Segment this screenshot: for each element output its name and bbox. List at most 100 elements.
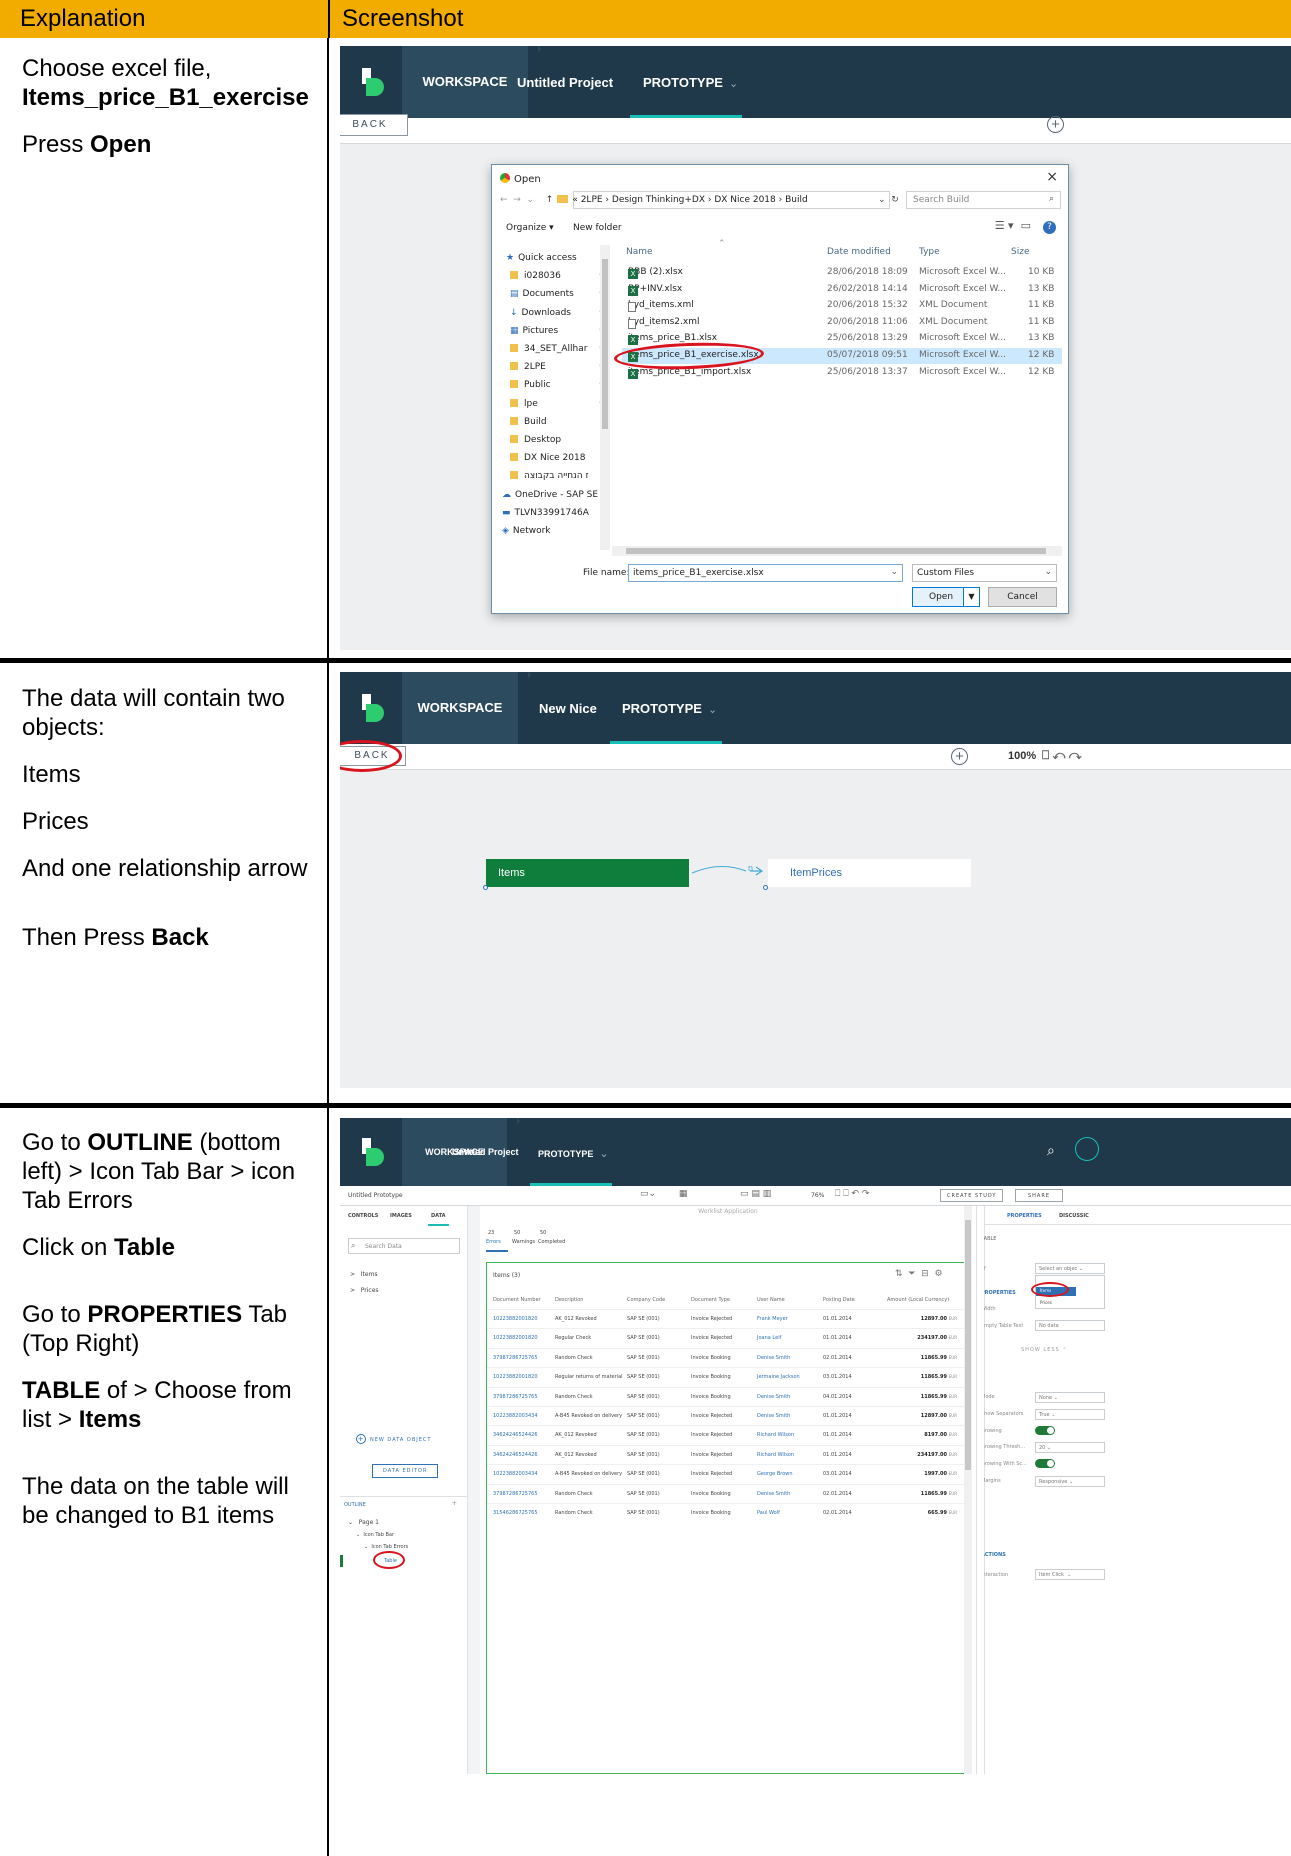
data-object-select[interactable]: Select an objec ⌄: [1035, 1263, 1105, 1274]
toggle-switch[interactable]: [1035, 1459, 1055, 1469]
workspace-tab[interactable]: WORKSPACE: [402, 672, 531, 744]
icon-tab-label[interactable]: Warnings: [512, 1239, 535, 1245]
create-study-button[interactable]: CREATE STUDY: [940, 1189, 1004, 1202]
nav-item[interactable]: 2LPE⚲: [510, 362, 605, 372]
table-row[interactable]: 10223882001820 AK_012 Revoked SAP SE (001)…: [487, 1309, 971, 1328]
icon-tab-count[interactable]: 23: [488, 1230, 494, 1236]
project-name[interactable]: New Nice: [539, 701, 597, 716]
zoom-level[interactable]: 100%: [1008, 750, 1036, 762]
editor-zoom[interactable]: 76%: [811, 1192, 824, 1199]
table-row[interactable]: 34624246524426 AK_012 Revoked SAP SE (001)…: [487, 1425, 971, 1444]
column-header[interactable]: Document Number: [493, 1297, 541, 1303]
toggle-switch[interactable]: [1035, 1425, 1055, 1435]
col-size[interactable]: Size: [1011, 247, 1029, 257]
entity-items[interactable]: Items: [486, 859, 689, 887]
column-header[interactable]: Company Code: [627, 1297, 665, 1303]
interaction-select[interactable]: Item Click ⌄: [1035, 1569, 1105, 1580]
add-icon[interactable]: +: [951, 748, 968, 765]
tree-item-items[interactable]: > Items: [350, 1271, 378, 1278]
back-button[interactable]: BACK: [340, 114, 408, 136]
file-type-select[interactable]: Custom Files ⌄: [912, 564, 1057, 582]
view-options[interactable]: ☰ ▾ ▭?: [995, 219, 1056, 234]
nav-item[interactable]: ☁ OneDrive - SAP SE: [502, 490, 598, 500]
icon-tab-label[interactable]: Errors: [486, 1239, 501, 1245]
fit-icon[interactable]: ⎕ ↶ ↷: [1042, 748, 1082, 763]
table-row[interactable]: 10223882003434 A-B45 Revoked on delivery S…: [487, 1406, 971, 1425]
nav-item[interactable]: DX Nice 2018: [510, 453, 585, 463]
close-icon[interactable]: ×: [1046, 169, 1058, 185]
empty-text-input[interactable]: No data: [1035, 1320, 1105, 1331]
search-input[interactable]: Search Build ⌕: [906, 191, 1061, 209]
horizontal-scrollbar[interactable]: [612, 546, 1062, 556]
table-row[interactable]: 34624246524426 AK_012 Revoked SAP SE (001)…: [487, 1444, 971, 1464]
search-icon[interactable]: ⌕: [1047, 1142, 1055, 1159]
new-folder-button[interactable]: New folder: [573, 223, 622, 233]
layout-icons[interactable]: ▭ ▤ ▥: [740, 1189, 771, 1199]
nav-item[interactable]: ◈ Network: [502, 526, 551, 536]
col-type[interactable]: Type: [919, 247, 940, 257]
prototype-tab[interactable]: PROTOTYPE ⌄: [643, 75, 738, 90]
nav-scrollbar[interactable]: [600, 245, 610, 550]
column-header[interactable]: Amount (Local Currency): [887, 1297, 949, 1303]
nav-item[interactable]: ★ Quick access: [506, 253, 577, 263]
tab-discussion[interactable]: DISCUSSIC: [1059, 1213, 1089, 1219]
anchor-handle[interactable]: [763, 885, 768, 890]
property-select[interactable]: None ⌄: [1035, 1392, 1105, 1403]
file-row[interactable]: X BP+INV.xlsx 26/02/2018 14:14 Microsoft Ex…: [622, 282, 1062, 298]
open-button[interactable]: Open ▼: [912, 587, 980, 607]
nav-item[interactable]: ז הנחייה בקבוצה: [510, 471, 589, 481]
nav-item[interactable]: ↓Downloads⚲: [510, 308, 605, 318]
nav-item[interactable]: ▬ TLVN33991746A: [502, 508, 589, 518]
avatar[interactable]: [1075, 1137, 1099, 1161]
property-select[interactable]: Responsive ⌄: [1035, 1476, 1105, 1487]
nav-item[interactable]: i028036⚲: [510, 271, 605, 281]
table-row[interactable]: 10223882003434 A-B45 Revoked on delivery S…: [487, 1464, 971, 1483]
tab-images[interactable]: IMAGES: [390, 1213, 412, 1219]
prototype-name[interactable]: Untitled Prototype: [348, 1192, 403, 1199]
frame-icons[interactable]: ⎕ ⎕ ↶ ↷: [835, 1189, 869, 1199]
table-toolbar-icons[interactable]: ⇅ ⏷ ⊟ ⚙: [895, 1269, 943, 1279]
project-name[interactable]: Untitled Project: [452, 1147, 519, 1157]
file-row[interactable]: byd_items.xml 20/06/2018 15:32 XML Documen…: [622, 298, 1062, 314]
nav-item[interactable]: Desktop: [510, 435, 561, 445]
tab-controls[interactable]: CONTROLS: [348, 1213, 378, 1219]
option-prices[interactable]: Prices: [1040, 1300, 1052, 1305]
column-header[interactable]: Description: [555, 1297, 583, 1303]
file-name-input[interactable]: items_price_B1_exercise.xlsx ⌄: [628, 564, 903, 582]
prototype-tab[interactable]: PROTOTYPE ⌄: [622, 701, 717, 716]
outline-icon-tab-bar[interactable]: ⌄ Icon Tab Bar: [356, 1532, 394, 1538]
show-less-link[interactable]: SHOW LESS ⌃: [1021, 1347, 1067, 1353]
table-row[interactable]: 10223882001820 Regular returns of materia…: [487, 1367, 971, 1386]
icon-tab-count[interactable]: 50: [514, 1230, 520, 1236]
table-row[interactable]: 37987286725765 Random Check SAP SE (001) In…: [487, 1386, 971, 1406]
nav-item[interactable]: 34_SET_Allhar⚲: [510, 344, 605, 354]
canvas-scrollbar[interactable]: [964, 1206, 972, 1774]
anchor-handle[interactable]: [483, 885, 488, 890]
tab-data[interactable]: DATA: [428, 1213, 449, 1226]
entity-itemprices[interactable]: ItemPrices: [768, 859, 971, 887]
nav-item[interactable]: ▦Pictures⚲: [510, 326, 605, 336]
table-row[interactable]: 37987286725765 Random Check SAP SE (001) In…: [487, 1483, 971, 1503]
table-row[interactable]: 10223882001820 Regular Check SAP SE (001) I…: [487, 1328, 971, 1347]
table-control[interactable]: Items (3) ⇅ ⏷ ⊟ ⚙ Document Number Descrip…: [486, 1262, 971, 1774]
outline-add-icon[interactable]: +: [452, 1500, 457, 1507]
share-button[interactable]: SHARE: [1015, 1189, 1063, 1202]
search-data-input[interactable]: Search Data: [348, 1238, 460, 1254]
cancel-button[interactable]: Cancel: [988, 587, 1057, 607]
icon-tab-label[interactable]: Completed: [538, 1239, 565, 1245]
relationship-arrow[interactable]: [690, 857, 770, 887]
column-header[interactable]: Posting Date: [823, 1297, 855, 1303]
add-icon[interactable]: +: [1047, 116, 1064, 133]
column-header[interactable]: Document Type: [691, 1297, 730, 1303]
icon-tab-count[interactable]: 50: [540, 1230, 546, 1236]
column-header[interactable]: User Name: [757, 1297, 785, 1303]
outline-page[interactable]: ⌄ Page 1: [348, 1519, 379, 1526]
nav-item[interactable]: Build: [510, 416, 547, 427]
nav-item[interactable]: ▤Documents⚲: [510, 289, 605, 299]
tab-properties[interactable]: PROPERTIES: [1007, 1213, 1042, 1219]
property-select[interactable]: 20 ⌄: [1035, 1442, 1105, 1454]
data-editor-button[interactable]: DATA EDITOR: [372, 1464, 439, 1478]
nav-item[interactable]: Public⚲: [510, 380, 605, 390]
prototype-tab[interactable]: PROTOTYPE ⌄: [538, 1147, 609, 1160]
nav-item[interactable]: lpe⚲: [510, 398, 605, 409]
